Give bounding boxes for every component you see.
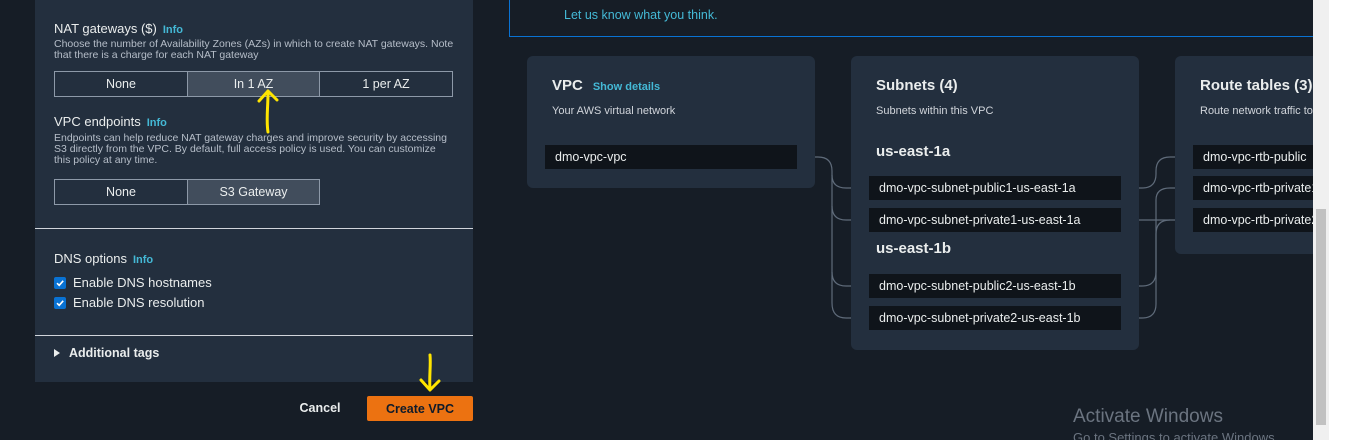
route-tables-card-title: Route tables (3) [1200,77,1313,94]
route-table-node: dmo-vpc-rtb-private2-us-east-1b [1193,208,1313,232]
route-tables-clip: Route tables (3) Route network traffic t… [0,0,1313,440]
activate-windows-title: Activate Windows [1073,406,1223,427]
annotation-arrow-down-icon [419,353,441,392]
annotation-arrow-up-icon [257,89,279,134]
scrollbar-thumb[interactable] [1316,209,1326,425]
route-table-node: dmo-vpc-rtb-private1-us-east-1a [1193,176,1313,200]
route-tables-card-subtitle: Route network traffic to resources [1200,105,1313,117]
window-edge [1329,0,1366,440]
page-scrollbar[interactable] [1313,0,1329,440]
activate-windows-subtitle: Go to Settings to activate Windows. [1073,430,1279,440]
route-table-node: dmo-vpc-rtb-public [1193,145,1313,169]
